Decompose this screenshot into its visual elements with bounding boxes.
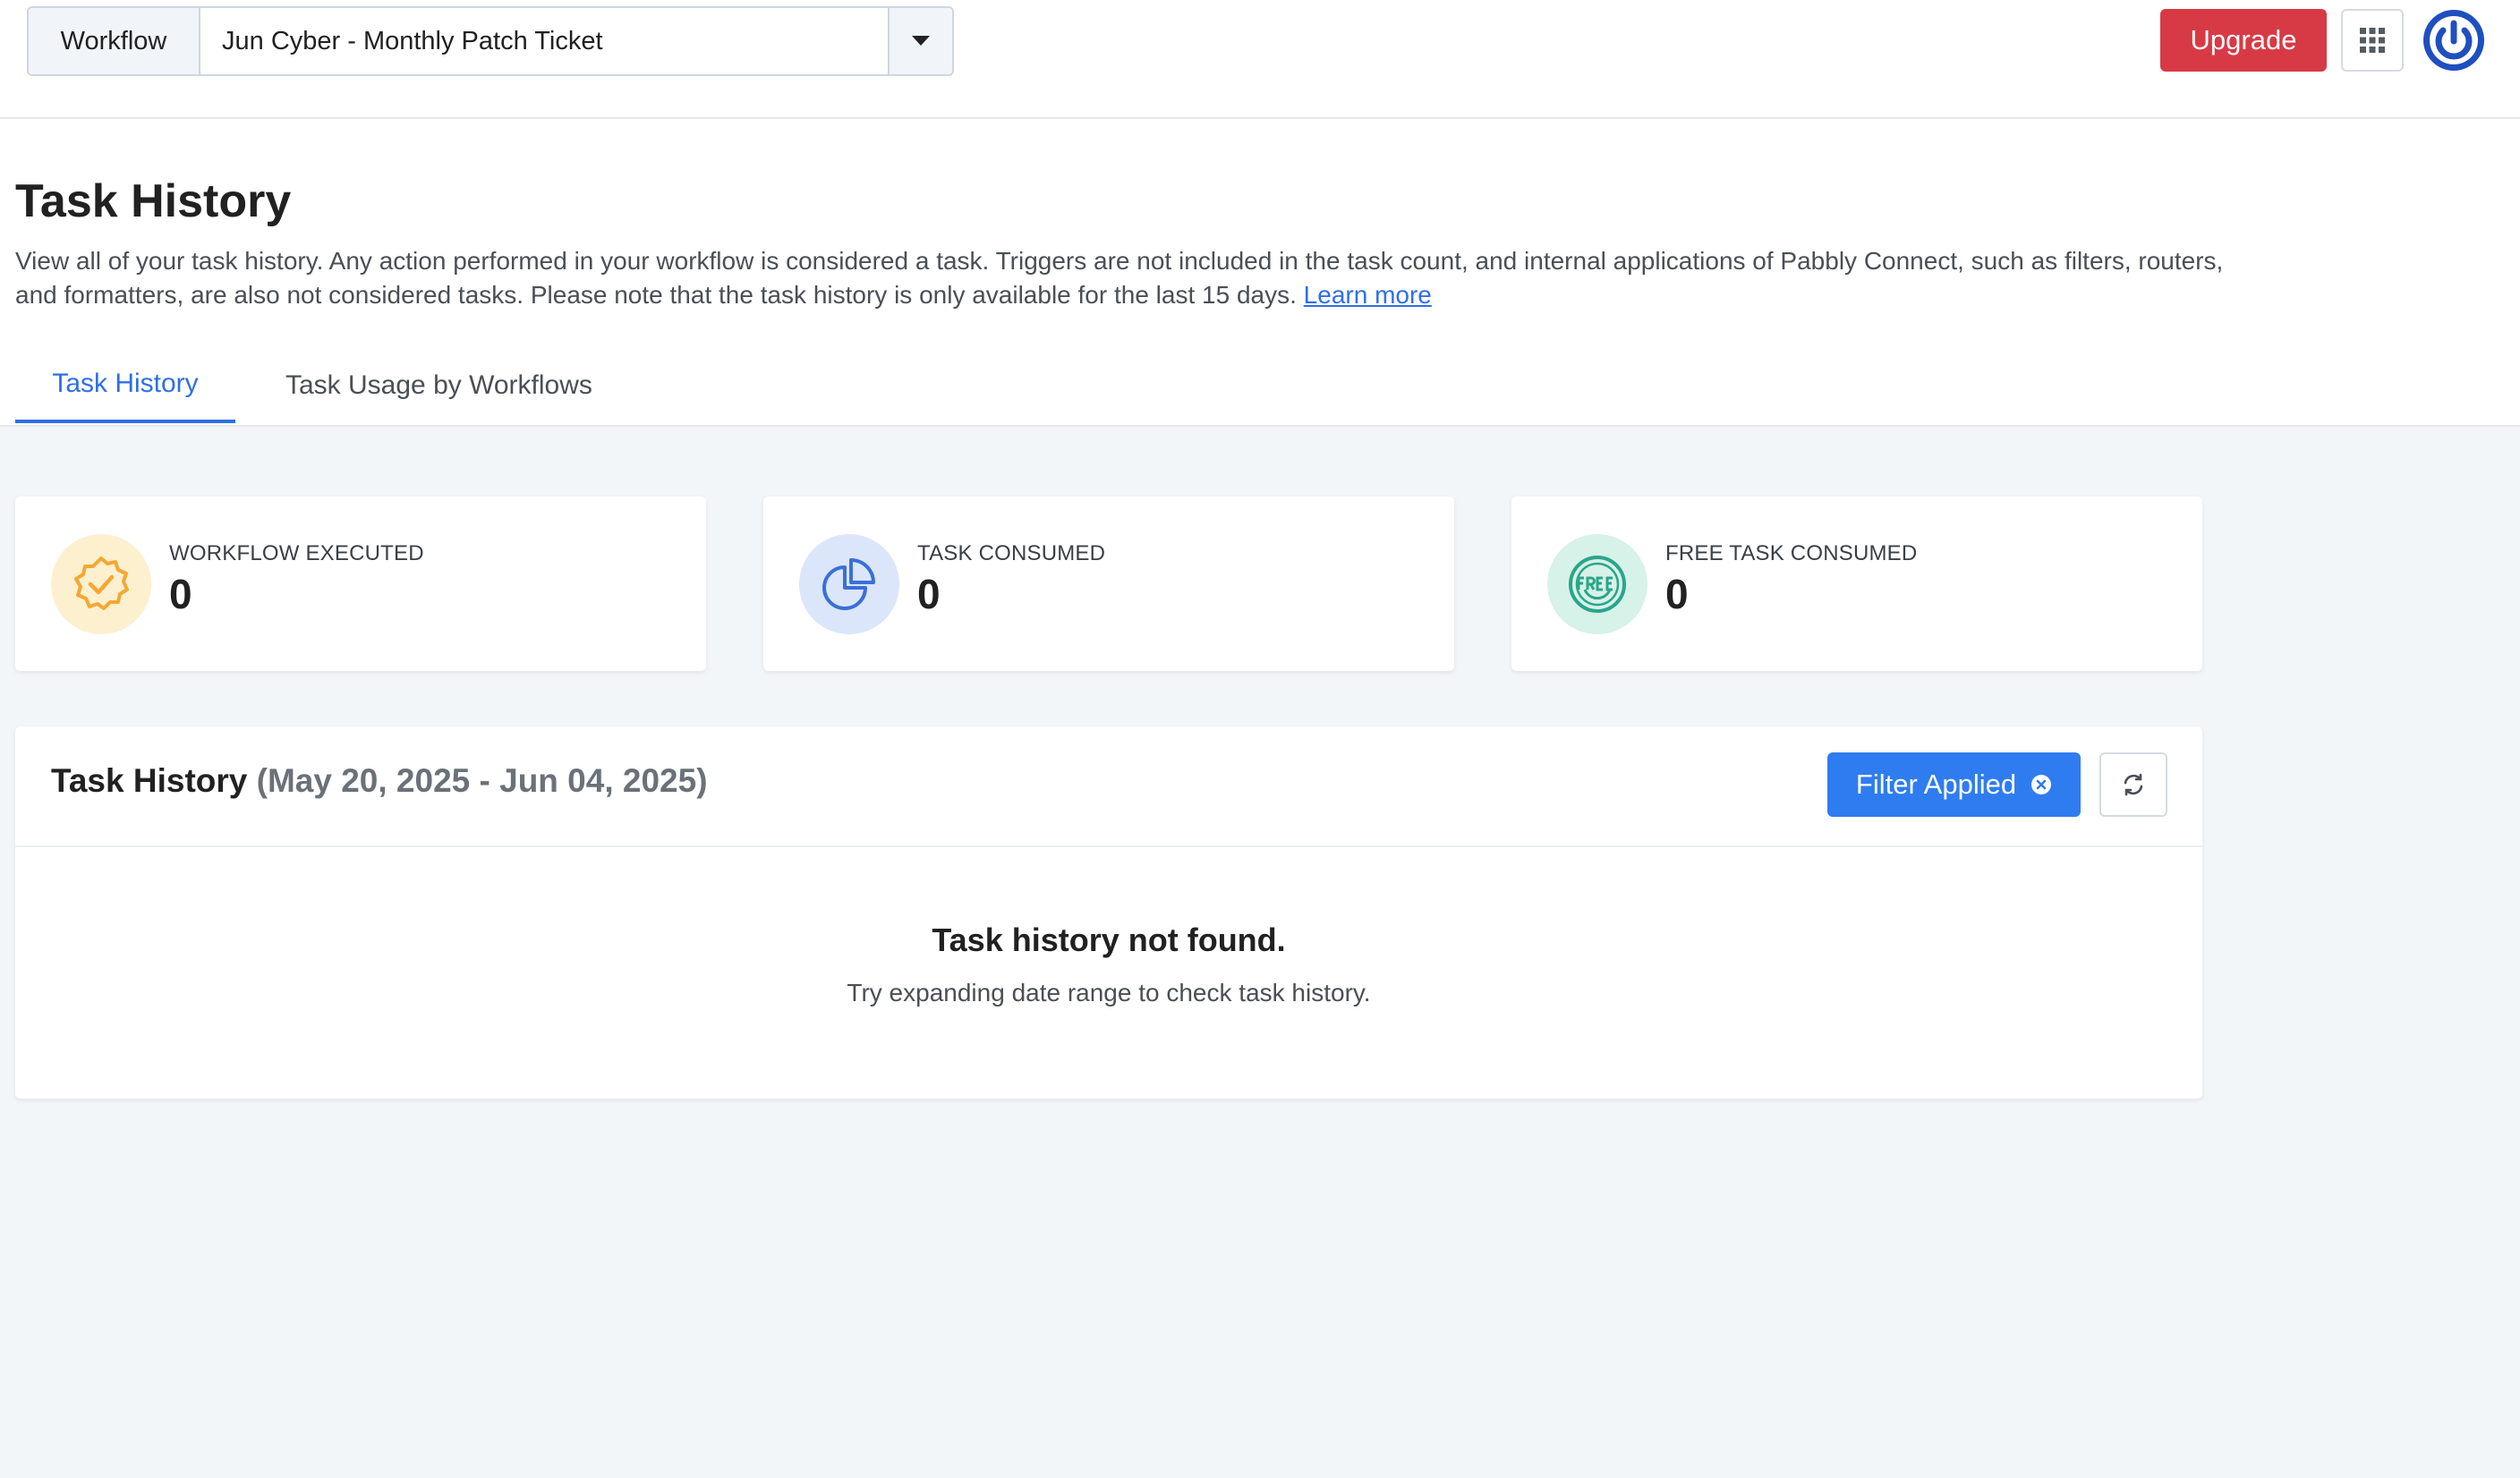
page-description-text: View all of your task history. Any actio… [15, 247, 2224, 309]
stat-value: 0 [917, 571, 941, 617]
workflow-selector[interactable]: Workflow Jun Cyber - Monthly Patch Ticke… [27, 6, 954, 76]
stat-label: WORKFLOW EXECUTED [169, 541, 424, 565]
empty-state-subtitle: Try expanding date range to check task h… [847, 979, 1371, 1007]
task-history-panel-title: Task History (May 20, 2025 - Jun 04, 202… [51, 762, 708, 800]
refresh-icon [2124, 773, 2143, 796]
apps-button[interactable] [2341, 9, 2404, 72]
stat-card-task-consumed: TASK CONSUMED 0 [763, 497, 1454, 671]
close-circle-icon[interactable] [2030, 774, 2052, 795]
workflow-label: Workflow [29, 8, 200, 74]
page-title: Task History [15, 175, 292, 227]
stat-card-workflow-executed: WORKFLOW EXECUTED 0 [15, 497, 706, 671]
stat-card-free-task-consumed: FREE TASK CONSUMED 0 [1511, 497, 2202, 671]
badge-check-icon [51, 534, 151, 634]
pie-chart-icon-svg [822, 558, 875, 610]
filter-applied-label: Filter Applied [1855, 769, 2017, 800]
free-badge-icon [1547, 534, 1647, 634]
stat-label: FREE TASK CONSUMED [1665, 541, 1918, 565]
workflow-select-value[interactable]: Jun Cyber - Monthly Patch Ticket [200, 8, 888, 74]
tab-task-usage-by-workflows[interactable]: Task Usage by Workflows [285, 347, 592, 423]
pie-chart-icon [799, 534, 899, 634]
tab-task-history[interactable]: Task History [15, 347, 235, 423]
apps-grid-icon [2360, 28, 2385, 53]
upgrade-button[interactable]: Upgrade [2160, 9, 2327, 72]
page-header: Task History View all of your task histo… [0, 119, 2520, 427]
task-history-panel: Task History (May 20, 2025 - Jun 04, 202… [15, 726, 2202, 1099]
date-range: (May 20, 2025 - Jun 04, 2025) [256, 762, 708, 799]
filter-applied-button[interactable]: Filter Applied [1827, 752, 2081, 817]
refresh-button[interactable] [2099, 752, 2167, 817]
stat-label: TASK CONSUMED [917, 541, 1106, 565]
page-description: View all of your task history. Any actio… [15, 244, 2235, 312]
workflow-dropdown-toggle[interactable] [888, 8, 952, 74]
tab-bar: Task History Task Usage by Workflows [15, 347, 592, 425]
task-history-panel-header: Task History (May 20, 2025 - Jun 04, 202… [15, 726, 2202, 847]
top-bar: Workflow Jun Cyber - Monthly Patch Ticke… [0, 0, 2520, 119]
free-badge-icon-svg [1569, 556, 1626, 613]
task-history-heading: Task History [51, 762, 248, 799]
power-icon[interactable] [2422, 8, 2486, 72]
chevron-down-icon [912, 36, 930, 46]
stat-value: 0 [1665, 571, 1689, 617]
empty-state-title: Task history not found. [932, 922, 1286, 958]
badge-check-icon-svg [74, 556, 129, 610]
stat-value: 0 [169, 571, 192, 617]
learn-more-link[interactable]: Learn more [1304, 281, 1432, 309]
